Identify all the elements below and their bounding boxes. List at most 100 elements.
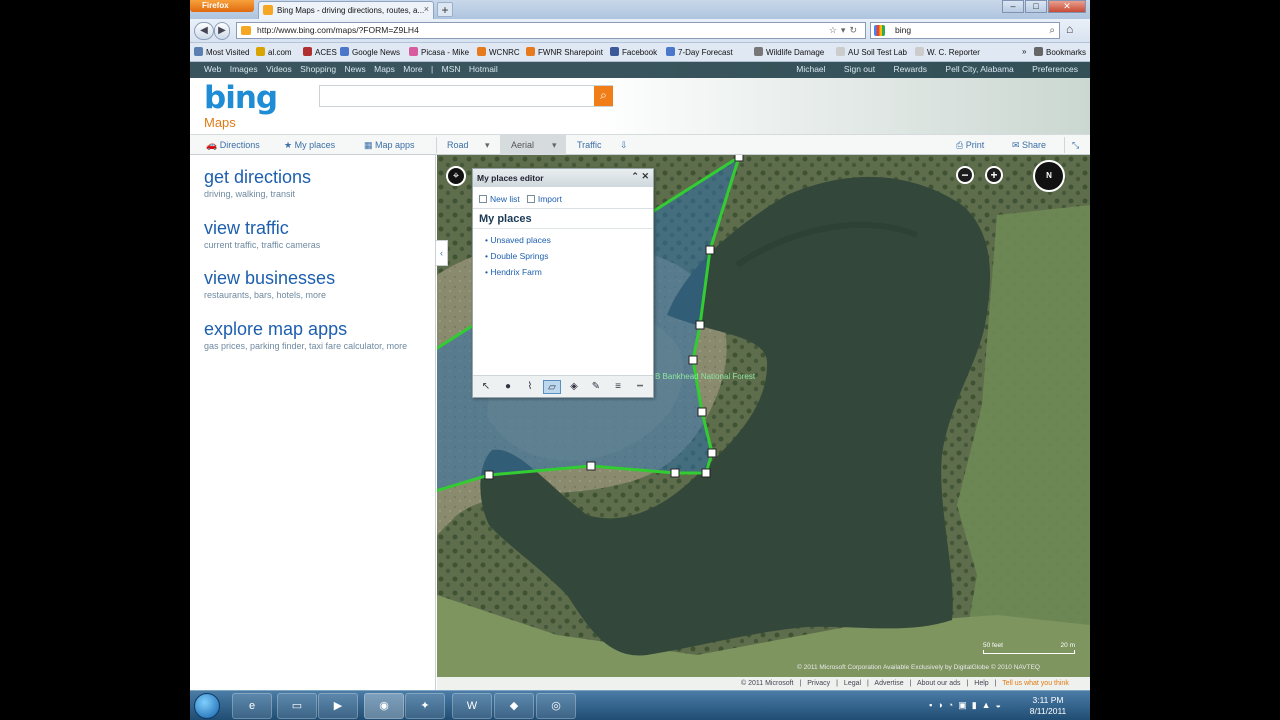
vertex-handle[interactable] <box>484 470 494 480</box>
polyline-tool-icon[interactable]: ⌇ <box>521 380 539 394</box>
nav-link[interactable]: Web <box>204 64 221 74</box>
road-view-button[interactable]: Road <box>447 140 469 150</box>
onenote-taskbar-icon[interactable]: ◆ <box>494 693 534 719</box>
bookmark-item[interactable]: Most Visited <box>194 47 249 57</box>
locate-me-icon[interactable]: ⌖ <box>446 166 466 186</box>
bookmark-item[interactable]: ACES <box>303 47 337 57</box>
bookmark-item[interactable]: W. C. Reporter <box>915 47 980 57</box>
bookmark-item[interactable]: AU Soil Test Lab <box>836 47 907 57</box>
bookmark-item[interactable]: 7-Day Forecast <box>666 47 733 57</box>
close-tab-icon[interactable]: × <box>424 4 429 14</box>
collapse-panel-icon[interactable]: ‹ <box>436 240 448 266</box>
nav-link[interactable]: Shopping <box>300 64 336 74</box>
bookmark-item[interactable]: Google News <box>340 47 400 57</box>
print-button[interactable]: ⎙ Print <box>956 140 984 151</box>
bookmark-item[interactable]: WCNRC <box>477 47 520 57</box>
rewards-link[interactable]: Rewards <box>894 64 928 74</box>
share-button[interactable]: ✉ Share <box>1012 140 1046 151</box>
expand-map-icon[interactable]: ⤡ <box>1072 140 1079 151</box>
traffic-button[interactable]: Traffic <box>577 140 602 150</box>
get-directions-item[interactable]: get directions driving, walking, transit <box>204 167 419 199</box>
zoom-in-icon[interactable]: + <box>985 166 1003 184</box>
bookmark-item[interactable]: al.com <box>256 47 292 57</box>
url-bar[interactable]: http://www.bing.com/maps/?FORM=Z9LH4 ☆▾↻ <box>236 22 866 39</box>
start-button[interactable] <box>194 693 220 719</box>
home-icon[interactable]: ⌂ <box>1066 22 1073 36</box>
new-tab-button[interactable]: + <box>437 2 453 17</box>
pushpin-tool-icon[interactable]: ● <box>499 380 517 394</box>
nav-link[interactable]: MSN <box>442 64 461 74</box>
about-ads-link[interactable]: About our ads <box>917 680 961 687</box>
get-directions-link[interactable]: get directions <box>204 167 419 188</box>
chevron-right-icon[interactable]: » <box>1022 47 1026 56</box>
minimize-icon[interactable]: – <box>1002 0 1024 13</box>
bookmark-item[interactable]: Facebook <box>610 47 657 57</box>
close-window-icon[interactable]: ✕ <box>1048 0 1086 13</box>
zoom-out-icon[interactable]: − <box>956 166 974 184</box>
explore-map-apps-item[interactable]: explore map apps gas prices, parking fin… <box>204 319 419 351</box>
vertex-handle[interactable] <box>697 407 707 417</box>
vertex-handle[interactable] <box>688 355 698 365</box>
clock[interactable]: 3:11 PM 8/11/2011 <box>1020 695 1076 717</box>
help-link[interactable]: Help <box>974 680 988 687</box>
vertex-handle[interactable] <box>586 461 596 471</box>
collapse-editor-icon[interactable]: ⌃ <box>631 171 639 181</box>
view-businesses-item[interactable]: view businesses restaurants, bars, hotel… <box>204 268 419 300</box>
view-businesses-link[interactable]: view businesses <box>204 268 419 289</box>
bing-search-input[interactable] <box>319 85 613 107</box>
bookmark-item[interactable]: Wildlife Damage <box>754 47 824 57</box>
nav-link[interactable]: Videos <box>266 64 292 74</box>
nav-link[interactable]: News <box>344 64 365 74</box>
nav-link[interactable]: Images <box>230 64 258 74</box>
nav-link[interactable]: Maps <box>374 64 395 74</box>
line-width-icon[interactable]: ≡ <box>609 380 627 394</box>
vertex-handle[interactable] <box>670 468 680 478</box>
internet-explorer-icon[interactable]: e <box>232 693 272 719</box>
aerial-dropdown-icon[interactable]: ▾ <box>552 140 557 151</box>
tray-icons[interactable]: ▪◑◔▣▮▲◒ <box>929 700 1006 711</box>
vertex-handle[interactable] <box>707 448 717 458</box>
polygon-tool-icon[interactable]: ▱ <box>543 380 561 394</box>
view-traffic-link[interactable]: view traffic <box>204 218 419 239</box>
road-dropdown-icon[interactable]: ▾ <box>485 140 490 151</box>
new-list-button[interactable]: New list <box>479 194 520 204</box>
maximize-icon[interactable]: □ <box>1025 0 1047 13</box>
pushpin-icon[interactable]: ⇩ <box>620 140 628 151</box>
vertex-handle[interactable] <box>701 468 711 478</box>
firefox-taskbar-icon[interactable]: ◉ <box>364 693 404 719</box>
map-apps-button[interactable]: ▦ Map apps <box>364 140 415 151</box>
place-item-double-springs[interactable]: • Double Springs <box>485 248 653 264</box>
vertex-handle[interactable] <box>705 245 715 255</box>
bookmark-item[interactable]: Picasa - Mike <box>409 47 469 57</box>
nav-link[interactable]: Hotmail <box>469 64 498 74</box>
back-icon[interactable]: ◀ <box>194 22 214 40</box>
explore-map-apps-link[interactable]: explore map apps <box>204 319 419 340</box>
place-item-hendrix-farm[interactable]: • Hendrix Farm <box>485 264 653 280</box>
forward-icon[interactable]: ▶ <box>214 22 230 40</box>
firefox-menu-button[interactable]: Firefox <box>190 0 254 12</box>
line-color-icon[interactable]: ✎ <box>587 380 605 394</box>
compass-icon[interactable]: N <box>1033 160 1065 192</box>
bookmark-item[interactable]: FWNR Sharepoint <box>526 47 603 57</box>
search-icon[interactable]: ⌕ <box>1049 23 1055 38</box>
advertise-link[interactable]: Advertise <box>874 680 903 687</box>
app-taskbar-icon[interactable]: ✦ <box>405 693 445 719</box>
preferences-link[interactable]: Preferences <box>1032 64 1078 74</box>
search-icon[interactable]: ⌕ <box>594 86 613 106</box>
aerial-view-button[interactable]: Aerial <box>511 140 534 150</box>
legal-link[interactable]: Legal <box>844 680 861 687</box>
webcam-taskbar-icon[interactable]: ◎ <box>536 693 576 719</box>
my-places-button[interactable]: ★ My places <box>284 140 335 151</box>
location-link[interactable]: Pell City, Alabama <box>945 64 1013 74</box>
feedback-link[interactable]: Tell us what you think <box>1002 680 1069 687</box>
place-item-unsaved[interactable]: • Unsaved places <box>485 232 653 248</box>
bing-logo[interactable]: bing <box>204 80 278 116</box>
line-style-icon[interactable]: ┅ <box>631 380 649 394</box>
close-editor-icon[interactable]: ✕ <box>641 171 649 181</box>
google-engine-icon[interactable] <box>874 25 885 36</box>
vertex-handle[interactable] <box>695 320 705 330</box>
tab-bing-maps[interactable]: Bing Maps - driving directions, routes, … <box>258 1 434 19</box>
vertex-handle[interactable] <box>734 155 744 162</box>
privacy-link[interactable]: Privacy <box>807 680 830 687</box>
select-tool-icon[interactable]: ↖ <box>477 380 495 394</box>
